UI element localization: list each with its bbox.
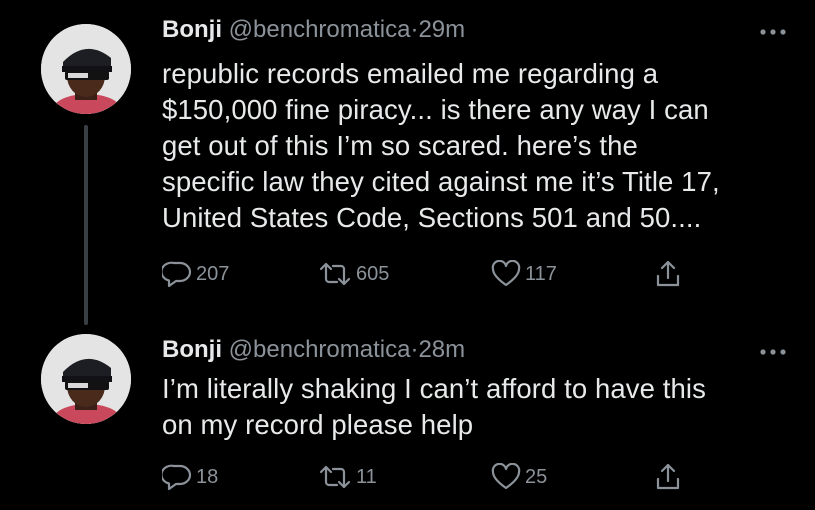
- like-button[interactable]: 25: [491, 462, 547, 492]
- share-button[interactable]: [654, 259, 682, 289]
- display-name[interactable]: Bonji: [162, 16, 222, 43]
- tweet-text-line: on my record please help: [162, 409, 474, 440]
- profile-photo: [41, 334, 131, 424]
- tweet-text-line: republic records emailed me regarding a: [162, 58, 659, 89]
- tweet-text: I’m literally shaking I can’t afford to …: [162, 371, 792, 443]
- like-count: 25: [525, 466, 548, 488]
- tweet-text-line: $150,000 fine piracy... is there any way…: [162, 94, 709, 125]
- like-button[interactable]: 117: [491, 259, 557, 289]
- like-icon: [491, 260, 521, 287]
- timestamp[interactable]: 29m: [418, 16, 465, 43]
- retweet-icon: [319, 465, 351, 489]
- retweet-count: 11: [356, 466, 377, 488]
- thread-connector-line: [84, 125, 88, 325]
- user-handle[interactable]: @benchromatica: [229, 16, 411, 43]
- tweet[interactable]: Bonji @benchromatica·29m republic record…: [0, 0, 815, 325]
- tweet-header: Bonji @benchromatica·29m: [162, 15, 465, 45]
- tweet-text-line: get out of this I’m so scared. here’s th…: [162, 130, 638, 161]
- like-icon: [491, 463, 521, 490]
- reply-count: 18: [196, 466, 219, 488]
- share-icon: [656, 260, 680, 287]
- reply-button[interactable]: 207: [162, 259, 229, 289]
- user-handle[interactable]: @benchromatica: [229, 336, 411, 363]
- like-count: 117: [525, 263, 557, 285]
- tweet-text: republic records emailed me regarding a …: [162, 56, 792, 236]
- retweet-icon: [319, 262, 351, 286]
- avatar[interactable]: [41, 334, 131, 424]
- share-icon: [656, 463, 680, 490]
- reply-icon: [162, 261, 192, 288]
- retweet-button[interactable]: 11: [318, 462, 377, 492]
- display-name[interactable]: Bonji: [162, 336, 222, 363]
- reply-icon: [162, 464, 192, 491]
- reply-button[interactable]: 18: [162, 462, 218, 492]
- retweet-button[interactable]: 605: [318, 259, 389, 289]
- retweet-count: 605: [356, 263, 390, 285]
- tweet-text-line: I’m literally shaking I can’t afford to …: [162, 373, 706, 404]
- more-icon[interactable]: [755, 346, 791, 358]
- more-icon[interactable]: [755, 26, 791, 38]
- share-button[interactable]: [654, 462, 682, 492]
- timestamp[interactable]: 28m: [418, 336, 465, 363]
- tweet-text-line: specific law they cited against me it’s …: [162, 166, 720, 197]
- tweet-text-line: United States Code, Sections 501 and 50.…: [162, 202, 702, 233]
- tweet[interactable]: Bonji @benchromatica·28m I’m literally s…: [0, 320, 815, 510]
- tweet-header: Bonji @benchromatica·28m: [162, 335, 465, 365]
- tweet-actions: 18 11 25: [158, 462, 718, 492]
- reply-count: 207: [196, 263, 230, 285]
- avatar[interactable]: [41, 24, 131, 114]
- profile-photo: [41, 24, 131, 114]
- tweet-actions: 207 605 117: [158, 259, 718, 289]
